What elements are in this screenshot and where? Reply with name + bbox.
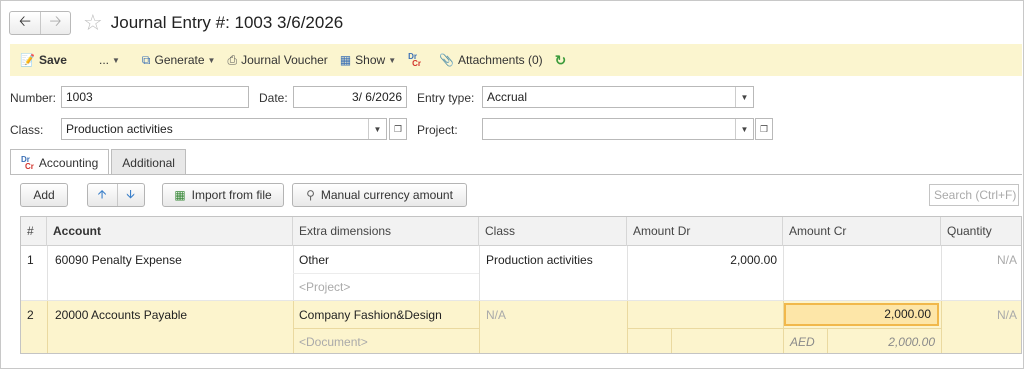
number-field[interactable]: 1003 (61, 86, 249, 108)
quantity-cell[interactable]: N/A (941, 308, 1021, 322)
col-header-amount-cr[interactable]: Amount Cr (783, 217, 941, 246)
account-cell[interactable]: 60090 Penalty Expense (49, 253, 182, 267)
generate-icon: ⧉ (141, 52, 151, 67)
back-button[interactable]: 🡠 (10, 12, 40, 34)
entry-type-label: Entry type: (417, 91, 475, 105)
refresh-icon: ↻ (554, 51, 567, 68)
account-cell[interactable]: 20000 Accounts Payable (49, 308, 187, 322)
chevron-down-icon[interactable]: ▼ (735, 87, 753, 107)
title-bar: 🡠 🡢 ☆ Journal Entry #: 1003 3/6/2026 (9, 9, 343, 37)
arrow-right-icon: 🡢 (49, 12, 62, 30)
entry-type-select[interactable]: Accrual ▼ (482, 86, 754, 108)
dr-cr-icon: Dr Cr (21, 154, 34, 171)
generate-button[interactable]: ⧉ Generate ▼ (142, 53, 216, 68)
class-label: Class: (10, 123, 44, 137)
table-row-selected[interactable]: 2 20000 Accounts Payable Company Fashion… (21, 301, 1021, 353)
refresh-button[interactable]: ↻ (555, 52, 567, 69)
save-button[interactable]: 📝 Save (20, 53, 67, 67)
journal-voucher-button[interactable]: ⎙ Journal Voucher (227, 53, 327, 68)
page-title: Journal Entry #: 1003 3/6/2026 (110, 13, 344, 32)
command-toolbar: 📝 Save ... ▼ ⧉ Generate ▼ ⎙ Journal Vouc… (10, 44, 1022, 76)
arrow-up-icon: 🡩 (97, 186, 107, 201)
open-window-icon: ❐ (759, 123, 769, 134)
chevron-down-icon[interactable]: ▼ (735, 119, 753, 139)
attachments-button[interactable]: 📎 Attachments (0) (439, 53, 543, 67)
col-header-quantity[interactable]: Quantity (941, 217, 1021, 246)
printer-icon: ⎙ (227, 52, 238, 67)
dr-cr-button[interactable]: Dr Cr (408, 52, 427, 68)
extra-dimension-cell[interactable]: <Document> (293, 335, 368, 349)
amount-cr-cell-active[interactable]: 2,000.00 (784, 303, 939, 326)
tab-divider (10, 174, 1022, 175)
currency-cell[interactable]: AED (784, 335, 815, 349)
class-cell[interactable]: Production activities (480, 253, 593, 267)
amount-dr-cell[interactable]: 2,000.00 (627, 253, 783, 267)
star-icon[interactable]: ☆ (83, 12, 103, 34)
show-button[interactable]: ▦ Show ▼ (340, 53, 396, 67)
date-label: Date: (259, 91, 288, 105)
chevron-down-icon: ▼ (207, 55, 216, 65)
col-header-extra-dimensions[interactable]: Extra dimensions (293, 217, 479, 246)
more-actions-button[interactable]: ... ▼ (99, 53, 120, 67)
extra-dimension-cell[interactable]: Company Fashion&Design (293, 308, 442, 322)
col-header-amount-dr[interactable]: Amount Dr (627, 217, 783, 246)
project-open-button[interactable]: ❐ (755, 118, 773, 140)
col-header-number[interactable]: # (21, 217, 47, 246)
currency-amount-cell[interactable]: 2,000.00 (827, 335, 941, 349)
forward-button[interactable]: 🡢 (40, 12, 70, 34)
arrow-down-icon: 🡫 (126, 186, 135, 201)
chevron-down-icon: ▼ (388, 55, 397, 65)
col-header-class[interactable]: Class (479, 217, 627, 246)
table-row[interactable]: 1 60090 Penalty Expense Other <Project> … (21, 246, 1021, 300)
col-header-account[interactable]: Account (47, 217, 293, 246)
save-icon: 📝 (20, 53, 35, 67)
move-buttons: 🡩 🡫 (87, 183, 145, 207)
manual-currency-amount-button[interactable]: ⚲ Manual currency amount (292, 183, 467, 207)
accounting-table: # Account Extra dimensions Class Amount … (20, 216, 1022, 354)
project-label: Project: (417, 123, 458, 137)
paperclip-icon: 📎 (439, 53, 454, 67)
import-from-file-button[interactable]: ▦ Import from file (162, 183, 284, 207)
table-header: # Account Extra dimensions Class Amount … (21, 217, 1021, 246)
row-number: 2 (27, 308, 34, 322)
tab-accounting[interactable]: Dr Cr Accounting (10, 149, 110, 175)
class-select[interactable]: Production activities ▼ (61, 118, 387, 140)
class-open-button[interactable]: ❐ (389, 118, 407, 140)
tab-strip: Dr Cr Accounting Additional (10, 149, 188, 175)
class-cell[interactable]: N/A (480, 308, 506, 322)
row-number: 1 (27, 253, 34, 267)
arrow-left-icon: 🡠 (18, 12, 32, 30)
report-icon: ▦ (339, 53, 352, 67)
chevron-down-icon[interactable]: ▼ (368, 119, 386, 139)
tab-additional[interactable]: Additional (111, 149, 186, 175)
date-field[interactable]: 3/ 6/2026 (293, 86, 407, 108)
nav-buttons: 🡠 🡢 (9, 11, 71, 35)
move-down-button[interactable]: 🡫 (117, 184, 143, 206)
extra-dimension-cell[interactable]: <Project> (293, 280, 350, 294)
chevron-down-icon: ▼ (112, 55, 120, 65)
journal-entry-window: 🡠 🡢 ☆ Journal Entry #: 1003 3/6/2026 📝 S… (0, 0, 1024, 369)
coins-icon: ⚲ (306, 188, 315, 202)
extra-dimension-cell[interactable]: Other (293, 253, 329, 267)
quantity-cell[interactable]: N/A (941, 253, 1021, 267)
number-label: Number: (10, 91, 57, 105)
dr-cr-icon: Dr Cr (408, 52, 421, 68)
move-up-button[interactable]: 🡩 (89, 184, 115, 206)
spreadsheet-icon: ▦ (174, 188, 186, 202)
project-select[interactable]: ▼ (482, 118, 754, 140)
open-window-icon: ❐ (393, 123, 403, 134)
search-input[interactable]: Search (Ctrl+F) (929, 184, 1019, 206)
add-row-button[interactable]: Add (20, 183, 68, 207)
